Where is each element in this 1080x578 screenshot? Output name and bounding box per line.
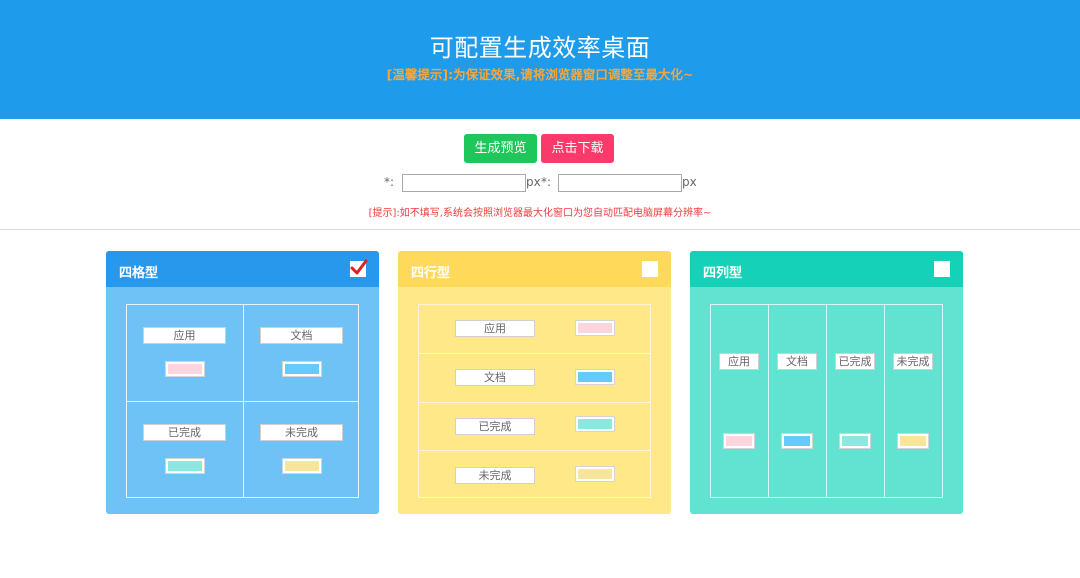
column-done: 已完成 xyxy=(827,305,885,497)
page-subtitle-notice: [温馨提示]:为保证效果,请将浏览器窗口调整至最大化~ xyxy=(386,67,694,82)
zone-label: 已完成 xyxy=(455,418,535,435)
grid-cell-doc: 文档 xyxy=(244,305,360,402)
layout-checkbox-rows[interactable] xyxy=(642,261,658,277)
columns-preview: 应用 文档 已完成 未完成 xyxy=(710,304,943,498)
page-header: 可配置生成效率桌面 [温馨提示]:为保证效果,请将浏览器窗口调整至最大化~ xyxy=(0,0,1080,119)
card-title: 四列型 xyxy=(703,266,743,281)
card-preview: 应用 文档 已完成 未完成 xyxy=(106,287,379,514)
row-doc: 文档 xyxy=(419,354,650,402)
color-swatch xyxy=(897,433,929,449)
layout-card-columns[interactable]: 四列型 应用 文档 已完成 未完成 xyxy=(690,251,963,514)
zone-label: 文档 xyxy=(260,327,343,344)
width-label: *: xyxy=(384,175,395,189)
resolution-tip: [提示]:如不填写,系统会按照浏览器最大化窗口为您自动匹配电脑屏幕分辨率~ xyxy=(368,208,712,219)
card-title: 四行型 xyxy=(411,266,451,281)
grid-cell-app: 应用 xyxy=(127,305,243,402)
generate-preview-button[interactable]: 生成预览 xyxy=(464,134,537,163)
layout-card-grid[interactable]: 四格型 应用 文档 已完成 未完成 xyxy=(106,251,379,514)
color-swatch xyxy=(575,320,615,336)
color-swatch xyxy=(165,361,205,377)
card-header: 四格型 xyxy=(106,251,379,287)
height-label: *: xyxy=(541,175,552,189)
zone-label: 文档 xyxy=(455,369,535,386)
zone-label: 已完成 xyxy=(835,353,875,370)
zone-label: 未完成 xyxy=(260,424,343,441)
grid-preview: 应用 文档 已完成 未完成 xyxy=(126,304,359,498)
row-todo: 未完成 xyxy=(419,451,650,499)
color-swatch xyxy=(165,458,205,474)
resolution-inputs: *: px *: px xyxy=(0,174,1080,192)
width-unit: px xyxy=(526,175,541,189)
layout-checkbox-columns[interactable] xyxy=(934,261,950,277)
card-header: 四列型 xyxy=(690,251,963,287)
zone-label: 未完成 xyxy=(893,353,933,370)
width-input[interactable] xyxy=(402,174,526,192)
height-input[interactable] xyxy=(558,174,682,192)
color-swatch xyxy=(575,369,615,385)
color-swatch xyxy=(282,458,322,474)
layout-card-rows[interactable]: 四行型 应用 文档 已完成 未完成 xyxy=(398,251,671,514)
row-done: 已完成 xyxy=(419,403,650,451)
color-swatch xyxy=(575,416,615,432)
grid-cell-todo: 未完成 xyxy=(244,402,360,499)
color-swatch xyxy=(282,361,322,377)
color-swatch xyxy=(575,466,615,482)
color-swatch xyxy=(781,433,813,449)
card-preview: 应用 文档 已完成 未完成 xyxy=(690,287,963,514)
column-todo: 未完成 xyxy=(885,305,943,497)
grid-cell-done: 已完成 xyxy=(127,402,243,499)
controls-panel: 生成预览 点击下载 *: px *: px [提示]:如不填写,系统会按照浏览器… xyxy=(0,119,1080,230)
row-app: 应用 xyxy=(419,305,650,353)
card-title: 四格型 xyxy=(119,266,159,281)
color-swatch xyxy=(723,433,755,449)
height-unit: px xyxy=(682,175,697,189)
rows-preview: 应用 文档 已完成 未完成 xyxy=(418,304,651,498)
card-header: 四行型 xyxy=(398,251,671,287)
layout-checkbox-grid[interactable] xyxy=(350,259,368,277)
card-preview: 应用 文档 已完成 未完成 xyxy=(398,287,671,514)
checkmark-icon xyxy=(350,259,368,275)
zone-label: 未完成 xyxy=(455,467,535,484)
zone-label: 已完成 xyxy=(143,424,226,441)
download-button[interactable]: 点击下载 xyxy=(541,134,614,163)
zone-label: 文档 xyxy=(777,353,817,370)
zone-label: 应用 xyxy=(143,327,226,344)
zone-label: 应用 xyxy=(455,320,535,337)
page-title: 可配置生成效率桌面 xyxy=(429,34,651,62)
color-swatch xyxy=(839,433,871,449)
zone-label: 应用 xyxy=(719,353,759,370)
column-doc: 文档 xyxy=(769,305,827,497)
column-app: 应用 xyxy=(711,305,769,497)
